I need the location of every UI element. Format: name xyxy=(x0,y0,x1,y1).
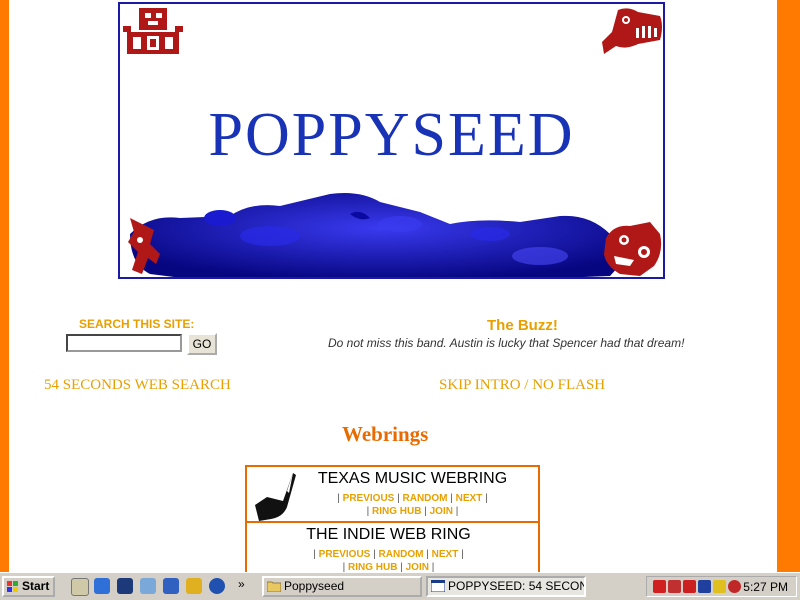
skip-intro-link[interactable]: SKIP INTRO / NO FLASH xyxy=(439,377,605,394)
tray-volume-icon[interactable] xyxy=(713,580,726,593)
totem-wolf-icon xyxy=(604,222,662,276)
search-input[interactable] xyxy=(66,334,182,352)
task-poppyseed-browser[interactable]: POPPYSEED: 54 SECON... xyxy=(426,576,586,597)
tray-app-icon[interactable] xyxy=(653,580,666,593)
banner-title: POPPYSEED xyxy=(208,101,575,169)
totem-fish-icon xyxy=(602,8,662,54)
taskbar: Start » Poppyseed POPPYSEED: 54 SECON...… xyxy=(0,572,800,600)
ring-title: TEXAS MUSIC WEBRING xyxy=(317,470,508,487)
ring-random-link[interactable]: RANDOM xyxy=(403,493,448,504)
tray-mail-icon[interactable] xyxy=(683,580,696,593)
totem-figure-icon xyxy=(128,218,160,274)
system-tray: 5:27 PM xyxy=(646,576,797,597)
start-button[interactable]: Start xyxy=(2,576,55,597)
browser-page: POPPYSEED SEARCH THIS SITE: GO The Buzz!… xyxy=(9,0,777,572)
ring-next-link[interactable]: NEXT xyxy=(432,549,459,560)
buzz-title: The Buzz! xyxy=(487,317,558,334)
start-label: Start xyxy=(22,579,50,593)
web-search-link[interactable]: 54 SECONDS WEB SEARCH xyxy=(44,377,231,394)
buzz-text: Do not miss this band. Austin is lucky t… xyxy=(328,336,685,350)
ring-nav: | PREVIOUS | RANDOM | NEXT | | RING HUB … xyxy=(313,549,464,572)
ring-next-link[interactable]: NEXT xyxy=(456,493,483,504)
task-label: Poppyseed xyxy=(284,579,345,593)
ring-join-link[interactable]: JOIN xyxy=(430,506,453,517)
task-label: POPPYSEED: 54 SECON... xyxy=(448,579,586,593)
indie-web-ring: THE INDIE WEB RING | PREVIOUS | RANDOM |… xyxy=(245,521,540,572)
task-poppyseed-folder[interactable]: Poppyseed xyxy=(262,576,422,597)
ring-join-link[interactable]: JOIN xyxy=(406,562,429,572)
tray-network-icon[interactable] xyxy=(668,580,681,593)
clock: 5:27 PM xyxy=(743,580,788,594)
totem-mask-icon xyxy=(123,8,183,54)
show-desktop-icon[interactable] xyxy=(71,578,89,596)
ring-nav: | PREVIOUS | RANDOM | NEXT | | RING HUB … xyxy=(337,493,488,517)
blue-wave-graphic xyxy=(130,193,630,277)
tray-antivirus-icon[interactable] xyxy=(698,580,711,593)
windows-logo-icon xyxy=(7,581,18,592)
ring-previous-link[interactable]: PREVIOUS xyxy=(343,493,395,504)
internet-explorer-icon[interactable] xyxy=(94,578,110,594)
media-player-icon[interactable] xyxy=(209,578,225,594)
poppyseed-banner[interactable]: POPPYSEED xyxy=(118,2,665,279)
ring-random-link[interactable]: RANDOM xyxy=(379,549,424,560)
tray-messenger-icon[interactable] xyxy=(728,580,741,593)
browser-window-icon xyxy=(431,580,445,592)
webrings-title: Webrings xyxy=(342,422,429,446)
go-button[interactable]: GO xyxy=(187,333,217,355)
ring-title: THE INDIE WEB RING xyxy=(306,526,471,543)
search-label: SEARCH THIS SITE: xyxy=(79,317,195,331)
more-quick-launch-button[interactable]: » xyxy=(238,577,245,591)
netscape-icon[interactable] xyxy=(117,578,133,594)
texas-music-webring: TEXAS MUSIC WEBRING | PREVIOUS | RANDOM … xyxy=(245,465,540,523)
media-app-icon[interactable] xyxy=(163,578,179,594)
aim-icon[interactable] xyxy=(186,578,202,594)
ring-previous-link[interactable]: PREVIOUS xyxy=(319,549,371,560)
quick-launch-app-icon[interactable] xyxy=(140,578,156,594)
ring-hub-link[interactable]: RING HUB xyxy=(348,562,397,572)
ring-hub-link[interactable]: RING HUB xyxy=(372,506,421,517)
folder-icon xyxy=(267,581,281,592)
